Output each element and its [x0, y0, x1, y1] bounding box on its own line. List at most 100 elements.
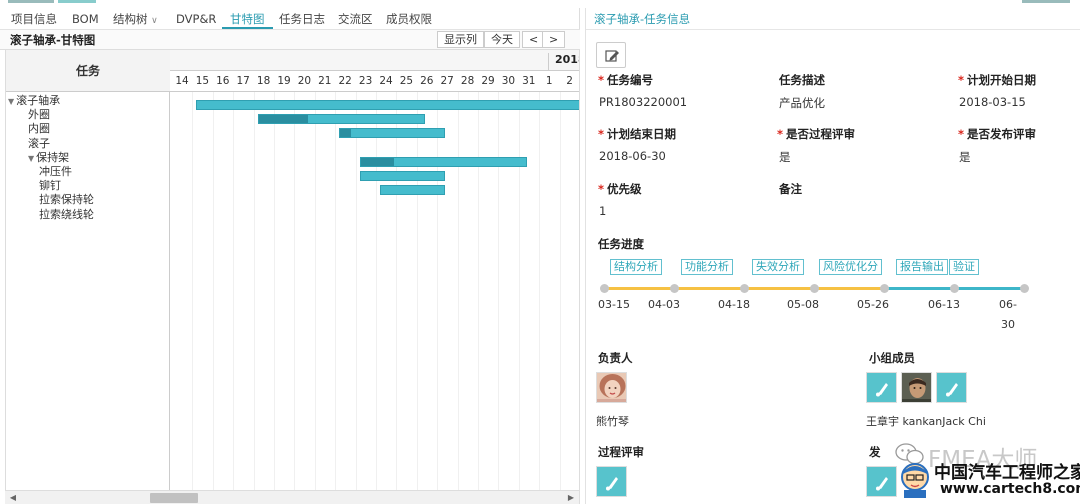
edit-icon — [605, 50, 619, 62]
grid-line — [274, 92, 275, 490]
top-strip — [0, 0, 1080, 8]
grid-line — [355, 92, 357, 490]
progress-node — [670, 284, 679, 293]
grid-line — [253, 92, 255, 490]
tree-item[interactable]: 滚子 — [28, 137, 50, 151]
team-member-avatar[interactable] — [936, 372, 967, 403]
team-member-avatar[interactable] — [901, 372, 932, 403]
grid-line — [518, 92, 520, 490]
tree-item[interactable]: ▼ 滚子轴承 — [8, 94, 60, 108]
panel-title: 滚子轴承-任务信息 — [594, 12, 691, 26]
day-label: 19 — [277, 75, 291, 87]
owner-avatar[interactable] — [596, 372, 627, 403]
gantt-bar[interactable] — [339, 128, 446, 139]
progress-node — [600, 284, 609, 293]
show-columns-button[interactable]: 显示列 — [437, 31, 484, 48]
day-label: 23 — [358, 75, 373, 87]
tab-bom[interactable]: BOM — [72, 11, 99, 29]
scrollbar-thumb[interactable] — [150, 493, 198, 503]
gantt-bar[interactable] — [359, 156, 527, 167]
tab-dvpr[interactable]: DVP&R — [176, 11, 216, 29]
progress-segment — [954, 287, 1024, 290]
gantt-bar[interactable] — [359, 171, 446, 181]
tab-structure-tree[interactable]: 结构树 ∨ — [113, 11, 158, 29]
top-strip-user[interactable] — [1022, 0, 1070, 3]
scroll-right-icon[interactable]: ▶ — [565, 492, 577, 504]
gantt-bar[interactable] — [196, 100, 579, 110]
required-mark: * — [598, 182, 605, 196]
day-label: 31 — [522, 75, 536, 87]
tree-item-label: 保持架 — [36, 150, 70, 164]
day-label: 21 — [318, 75, 332, 87]
plan-start-value: 2018-03-15 — [959, 95, 1026, 109]
tab-discussion[interactable]: 交流区 — [338, 11, 373, 29]
gantt-bar[interactable] — [257, 114, 425, 125]
project-tabs: 项目信息 BOM 结构树 ∨ DVP&R 甘特图 任务日志 交流区 成员权限 — [0, 8, 580, 30]
plan-start-label: * 计划开始日期 — [958, 73, 1037, 87]
progress-node — [950, 284, 959, 293]
caret-down-icon[interactable]: ▼ — [28, 154, 34, 163]
tree-item[interactable]: 冲压件 — [39, 165, 72, 179]
task-desc-label: 任务描述 — [779, 73, 825, 87]
gantt-timeline[interactable]: 2018 14151617181920212223242526272829303… — [170, 50, 579, 490]
grid-line — [478, 92, 479, 490]
progress-stage[interactable]: 失效分析 — [752, 259, 804, 275]
progress-segment — [814, 287, 884, 290]
top-strip-link[interactable] — [58, 0, 96, 3]
tree-item-label: 滚子轴承 — [16, 94, 61, 107]
progress-stage[interactable]: 功能分析 — [681, 259, 733, 275]
task-column-header: 任务 — [6, 50, 170, 92]
grid-line — [294, 92, 296, 490]
tree-item[interactable]: 外圈 — [28, 108, 50, 122]
scroll-left-icon[interactable]: ◀ — [7, 492, 19, 504]
day-label: 25 — [399, 75, 414, 87]
team-member-avatar[interactable] — [866, 372, 897, 403]
day-label: 14 — [175, 75, 189, 87]
task-no-value: PR1803220001 — [599, 95, 688, 109]
day-label: 26 — [420, 75, 434, 87]
tree-item[interactable]: 铆钉 — [39, 179, 61, 193]
panel-divider — [586, 29, 1080, 30]
day-label: 2 — [566, 75, 573, 87]
tab-member-permissions[interactable]: 成员权限 — [386, 11, 432, 29]
edit-button[interactable] — [596, 42, 626, 68]
progress-node — [1020, 284, 1029, 293]
day-label: 16 — [216, 75, 230, 87]
today-button[interactable]: 今天 — [484, 31, 520, 48]
caret-down-icon[interactable]: ▼ — [8, 97, 14, 106]
day-label: 20 — [297, 75, 312, 87]
task-info-panel: 滚子轴承-任务信息 * 任务编号 PR1803220001 任务描述 产品优化 *… — [585, 8, 1080, 504]
grid-line — [192, 92, 194, 490]
next-button[interactable]: > — [542, 31, 566, 48]
gantt-bar[interactable] — [380, 185, 446, 196]
grid-line — [376, 92, 377, 490]
tab-project-info[interactable]: 项目信息 — [11, 11, 57, 29]
task-desc-value: 产品优化 — [779, 96, 825, 110]
progress-date: 05-08 — [787, 298, 819, 311]
grid-line — [396, 92, 398, 490]
month-header: 2018 — [170, 50, 579, 71]
progress-stage[interactable]: 结构分析 — [610, 259, 662, 275]
chevron-down-icon: ∨ — [151, 16, 158, 26]
tree-item[interactable]: 拉索绕线轮 — [39, 208, 94, 222]
day-label: 30 — [501, 75, 516, 87]
tab-gantt[interactable]: 甘特图 — [222, 11, 273, 29]
process-review-label: * 是否过程评审 — [777, 127, 856, 141]
tree-item[interactable]: ▼ 保持架 — [28, 151, 69, 165]
progress-stage[interactable]: 报告输出 — [896, 259, 948, 275]
horizontal-scrollbar[interactable]: ◀ ▶ — [5, 490, 579, 504]
progress-stage[interactable]: 验证 — [949, 259, 979, 275]
progress-segment — [884, 287, 954, 290]
tree-item[interactable]: 拉索保持轮 — [39, 193, 94, 207]
releaser-avatar[interactable] — [866, 466, 897, 497]
reviewer-avatar[interactable] — [596, 466, 627, 497]
default-avatar-icon — [597, 467, 626, 496]
progress-stage[interactable]: 风险优化分 — [819, 259, 882, 275]
progress-label: 任务进度 — [598, 237, 644, 251]
remark-label: 备注 — [779, 182, 802, 196]
tab-task-log[interactable]: 任务日志 — [279, 11, 325, 29]
day-label: 18 — [256, 75, 271, 87]
progress-date: 06-13 — [928, 298, 960, 311]
tree-item[interactable]: 内圈 — [28, 122, 50, 136]
team-member-names: 王章宇 kankanJack Chi — [866, 415, 986, 428]
